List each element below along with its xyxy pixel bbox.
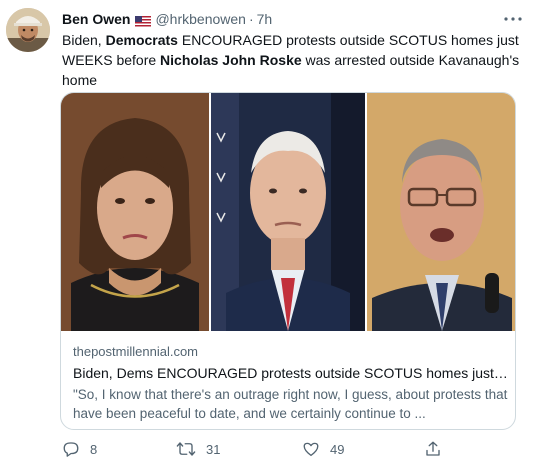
header-separator: · <box>248 11 254 27</box>
avatar[interactable] <box>6 8 50 52</box>
tweet-timestamp[interactable]: 7h <box>257 11 273 27</box>
tweet-text-bold: Democrats <box>105 32 178 48</box>
like-button[interactable]: 49 <box>302 440 344 458</box>
card-text[interactable]: thepostmillennial.com Biden, Dems ENCOUR… <box>73 343 509 423</box>
tweet-actions: 8 31 49 <box>62 440 522 460</box>
card-photo-center <box>211 93 365 331</box>
author-name[interactable]: Ben Owen <box>62 11 130 27</box>
reply-button[interactable]: 8 <box>62 440 97 458</box>
us-flag-icon <box>135 14 152 27</box>
card-photo-left <box>61 93 209 331</box>
reply-icon <box>63 442 79 457</box>
tweet[interactable]: Ben Owen @hrkbenowen · 7h Biden, Democra… <box>0 0 554 468</box>
tweet-header: Ben Owen @hrkbenowen · 7h <box>62 10 272 28</box>
share-icon <box>426 441 440 456</box>
tweet-text-bold: Nicholas John Roske <box>160 52 302 68</box>
card-image[interactable] <box>61 93 515 331</box>
card-description: "So, I know that there's an outrage righ… <box>73 387 508 421</box>
tweet-text-part: Biden, <box>62 32 106 48</box>
card-domain: thepostmillennial.com <box>73 344 199 359</box>
link-card[interactable]: thepostmillennial.com Biden, Dems ENCOUR… <box>60 92 516 430</box>
retweet-count: 31 <box>206 441 221 457</box>
more-options-button[interactable] <box>502 10 524 28</box>
retweet-icon <box>176 442 196 456</box>
reply-count: 8 <box>90 441 98 457</box>
tweet-text: Biden, Democrats ENCOURAGED protests out… <box>62 30 532 90</box>
more-dots-icon <box>504 17 522 21</box>
author-handle[interactable]: @hrkbenowen <box>155 11 246 27</box>
retweet-button[interactable]: 31 <box>176 440 220 458</box>
card-title: Biden, Dems ENCOURAGED protests outside … <box>73 365 509 381</box>
share-button[interactable] <box>424 440 452 458</box>
heart-icon <box>303 442 319 457</box>
card-photo-right <box>367 93 515 331</box>
like-count: 49 <box>330 441 345 457</box>
